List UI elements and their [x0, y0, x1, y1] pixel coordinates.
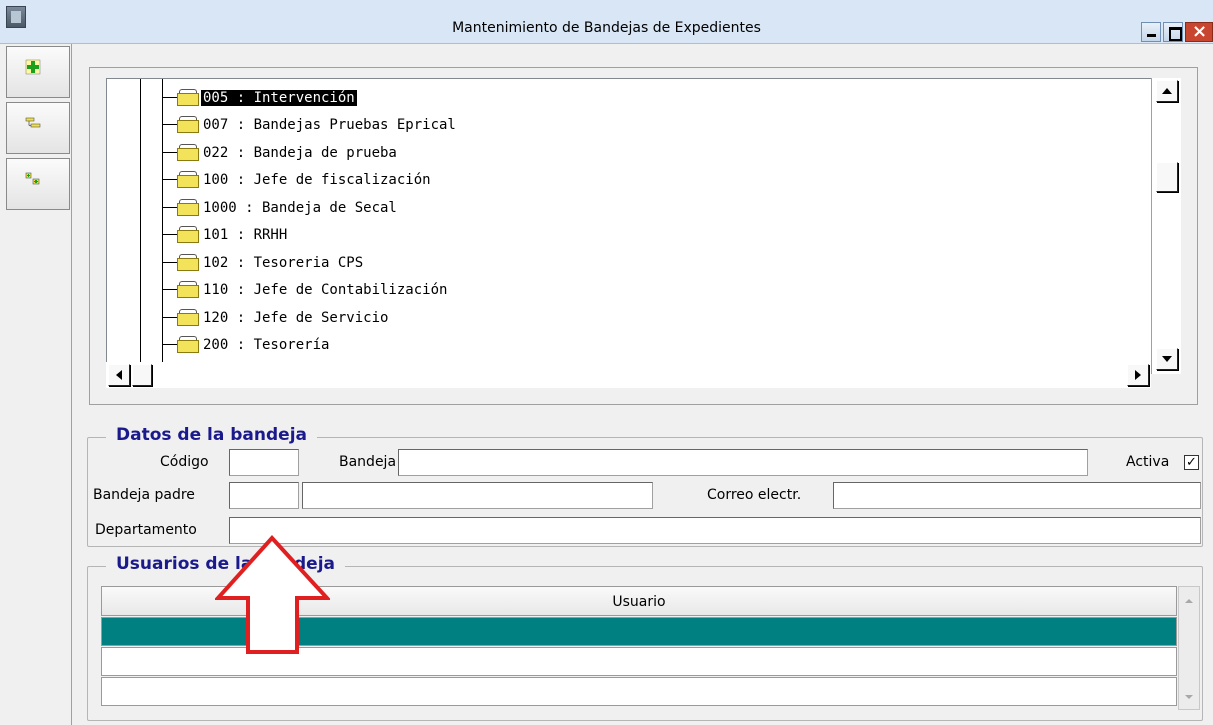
tree-item[interactable]: 101 : RRHH: [163, 221, 289, 248]
tray-tree-panel: 005 : Intervención 007 : Bandejas Prueba…: [89, 67, 1198, 405]
minimize-button[interactable]: [1141, 22, 1161, 42]
close-button[interactable]: [1185, 21, 1213, 42]
scroll-down-button[interactable]: [1156, 348, 1178, 370]
tree-item-label: 100 : Jefe de fiscalización: [203, 171, 431, 188]
scroll-left-button[interactable]: [108, 364, 130, 386]
tree-item[interactable]: 022 : Bandeja de prueba: [163, 139, 399, 166]
scroll-right-button[interactable]: [1127, 364, 1149, 386]
tree-item[interactable]: 102 : Tesoreria CPS: [163, 249, 365, 276]
tree-item-label: 1000 : Bandeja de Secal: [203, 199, 397, 216]
add-green-plus-icon: [25, 59, 41, 75]
tree-vertical-scrollbar[interactable]: [1151, 78, 1181, 374]
tree-item-label: 102 : Tesoreria CPS: [203, 254, 364, 271]
tree-item-label: 120 : Jefe de Servicio: [203, 309, 389, 326]
add-tray-button[interactable]: [6, 46, 70, 98]
tree-item-label: 022 : Bandeja de prueba: [203, 144, 397, 161]
tree-item[interactable]: 100 : Jefe de fiscalización: [163, 166, 433, 193]
tree-item-label: 200 : Tesorería: [203, 336, 330, 353]
tray-tree[interactable]: 005 : Intervención 007 : Bandejas Prueba…: [106, 78, 1165, 373]
tree-guide-line: [140, 79, 141, 372]
left-toolbar: [0, 44, 72, 725]
arrow-left-icon: [116, 370, 122, 380]
folder-icon: [177, 336, 199, 353]
bandeja-padre-code-field[interactable]: [229, 482, 299, 509]
departamento-label: Departamento: [95, 522, 197, 538]
window-title: Mantenimiento de Bandejas de Expedientes: [452, 20, 761, 36]
collapse-tree-button[interactable]: [6, 102, 70, 154]
codigo-label: Código: [160, 454, 209, 470]
bandeja-label: Bandeja: [339, 454, 397, 470]
arrow-right-icon: [1135, 370, 1141, 380]
add-subtray-button[interactable]: [6, 158, 70, 210]
activa-label: Activa: [1126, 454, 1170, 470]
tree-add-node-icon: [25, 172, 40, 185]
tree-collapse-icon: [25, 117, 41, 128]
scroll-thumb[interactable]: [1156, 162, 1178, 192]
folder-icon: [177, 144, 199, 161]
folder-icon: [177, 226, 199, 243]
tree-item[interactable]: 110 : Jefe de Contabilización: [163, 276, 449, 303]
folder-icon: [177, 281, 199, 298]
tree-item[interactable]: 1000 : Bandeja de Secal: [163, 194, 399, 221]
table-row[interactable]: [101, 677, 1177, 706]
usuarios-vertical-scrollbar[interactable]: [1178, 586, 1200, 710]
folder-icon: [177, 171, 199, 188]
arrow-up-icon: [1162, 88, 1172, 94]
hscroll-thumb[interactable]: [132, 364, 152, 386]
tree-item-label: 005 : Intervención: [201, 89, 357, 106]
folder-icon: [177, 89, 199, 106]
bandeja-padre-name-field[interactable]: [302, 482, 653, 509]
bandeja-padre-label: Bandeja padre: [93, 487, 195, 503]
datos-legend: Datos de la bandeja: [106, 425, 318, 445]
arrow-down-icon: [1185, 695, 1193, 699]
departamento-field[interactable]: [229, 517, 1201, 544]
folder-icon: [177, 309, 199, 326]
tree-item-label: 101 : RRHH: [203, 226, 288, 243]
tree-item[interactable]: 200 : Tesorería: [163, 331, 331, 358]
arrow-down-icon: [1162, 356, 1172, 362]
correo-label: Correo electr.: [707, 487, 802, 503]
red-arrow-annotation: [215, 535, 330, 654]
tree-item[interactable]: 005 : Intervención: [163, 84, 357, 111]
tree-item-label: 110 : Jefe de Contabilización: [203, 281, 448, 298]
correo-field[interactable]: [833, 482, 1201, 509]
bandeja-field[interactable]: [398, 449, 1088, 476]
tree-horizontal-scrollbar[interactable]: [106, 362, 1151, 388]
maximize-button[interactable]: [1163, 22, 1183, 42]
folder-icon: [177, 254, 199, 271]
arrow-up-icon: [1185, 599, 1193, 603]
tree-item-label: 007 : Bandejas Pruebas Eprical: [203, 116, 456, 133]
folder-icon: [177, 199, 199, 216]
tree-item[interactable]: 120 : Jefe de Servicio: [163, 304, 390, 331]
scroll-up-button[interactable]: [1156, 80, 1178, 102]
title-bar: Mantenimiento de Bandejas de Expedientes: [0, 0, 1213, 44]
tree-item[interactable]: 007 : Bandejas Pruebas Eprical: [163, 111, 458, 138]
codigo-field[interactable]: [229, 449, 299, 476]
activa-checkbox[interactable]: ✓: [1184, 455, 1199, 470]
folder-icon: [177, 116, 199, 133]
